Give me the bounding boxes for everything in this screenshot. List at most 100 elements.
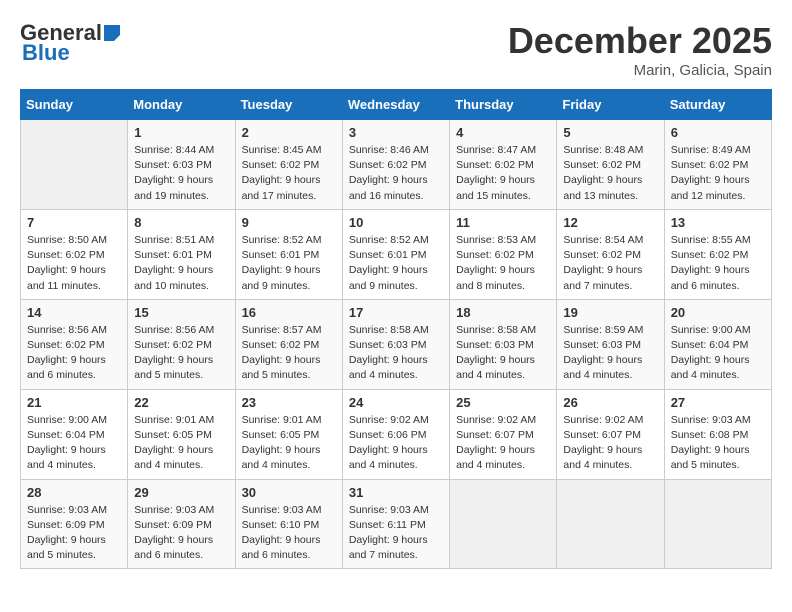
day-number: 16 [242, 305, 336, 320]
day-info: Sunrise: 8:52 AMSunset: 6:01 PMDaylight:… [242, 233, 336, 294]
calendar-cell: 4 Sunrise: 8:47 AMSunset: 6:02 PMDaylight… [450, 120, 557, 210]
day-info: Sunrise: 9:02 AMSunset: 6:07 PMDaylight:… [563, 413, 657, 474]
day-number: 19 [563, 305, 657, 320]
calendar-cell: 27Sunrise: 9:03 AMSunset: 6:08 PMDayligh… [664, 389, 771, 479]
calendar-cell: 20 Sunrise: 9:00 AMSunset: 6:04 PMDayligh… [664, 299, 771, 389]
header-friday: Friday [557, 90, 664, 120]
calendar-cell: 23 Sunrise: 9:01 AMSunset: 6:05 PMDayligh… [235, 389, 342, 479]
day-info: Sunrise: 8:49 AMSunset: 6:02 PMDaylight:… [671, 143, 765, 204]
day-number: 5 [563, 125, 657, 140]
day-info: Sunrise: 9:03 AMSunset: 6:09 PMDaylight:… [27, 503, 121, 564]
day-number: 25 [456, 395, 550, 410]
day-info: Sunrise: 9:03 AMSunset: 6:11 PMDaylight:… [349, 503, 443, 564]
day-info: Sunrise: 8:58 AMSunset: 6:03 PMDaylight:… [349, 323, 443, 384]
day-number: 8 [134, 215, 228, 230]
week-row-3: 14 Sunrise: 8:56 AMSunset: 6:02 PMDayligh… [21, 299, 772, 389]
calendar-cell: 5 Sunrise: 8:48 AMSunset: 6:02 PMDaylight… [557, 120, 664, 210]
calendar-cell: 13Sunrise: 8:55 AMSunset: 6:02 PMDayligh… [664, 209, 771, 299]
calendar-cell [450, 479, 557, 569]
calendar-cell: 14Sunrise: 8:56 AMSunset: 6:02 PMDayligh… [21, 299, 128, 389]
day-number: 10 [349, 215, 443, 230]
calendar-cell: 7Sunrise: 8:50 AMSunset: 6:02 PMDaylight… [21, 209, 128, 299]
day-number: 31 [349, 485, 443, 500]
day-info: Sunrise: 9:03 AMSunset: 6:10 PMDaylight:… [242, 503, 336, 564]
logo-icon [104, 25, 120, 41]
day-number: 13 [671, 215, 765, 230]
day-info: Sunrise: 9:00 AMSunset: 6:04 PMDaylight:… [671, 323, 765, 384]
calendar-cell: 9 Sunrise: 8:52 AMSunset: 6:01 PMDaylight… [235, 209, 342, 299]
day-info: Sunrise: 8:46 AMSunset: 6:02 PMDaylight:… [349, 143, 443, 204]
location: Marin, Galicia, Spain [508, 62, 772, 79]
calendar-table: SundayMondayTuesdayWednesdayThursdayFrid… [20, 89, 772, 569]
day-number: 14 [27, 305, 121, 320]
day-info: Sunrise: 8:52 AMSunset: 6:01 PMDaylight:… [349, 233, 443, 294]
day-info: Sunrise: 8:45 AMSunset: 6:02 PMDaylight:… [242, 143, 336, 204]
calendar-cell: 21Sunrise: 9:00 AMSunset: 6:04 PMDayligh… [21, 389, 128, 479]
calendar-cell: 22 Sunrise: 9:01 AMSunset: 6:05 PMDayligh… [128, 389, 235, 479]
title-area: December 2025 Marin, Galicia, Spain [508, 20, 772, 79]
week-row-5: 28Sunrise: 9:03 AMSunset: 6:09 PMDayligh… [21, 479, 772, 569]
header: General Blue December 2025 Marin, Galici… [20, 20, 772, 79]
day-number: 4 [456, 125, 550, 140]
day-number: 22 [134, 395, 228, 410]
day-number: 9 [242, 215, 336, 230]
calendar-cell [557, 479, 664, 569]
day-number: 30 [242, 485, 336, 500]
day-info: Sunrise: 8:51 AMSunset: 6:01 PMDaylight:… [134, 233, 228, 294]
day-info: Sunrise: 8:53 AMSunset: 6:02 PMDaylight:… [456, 233, 550, 294]
day-info: Sunrise: 8:59 AMSunset: 6:03 PMDaylight:… [563, 323, 657, 384]
day-number: 7 [27, 215, 121, 230]
header-monday: Monday [128, 90, 235, 120]
logo: General Blue [20, 20, 120, 66]
calendar-cell: 19 Sunrise: 8:59 AMSunset: 6:03 PMDayligh… [557, 299, 664, 389]
day-info: Sunrise: 8:58 AMSunset: 6:03 PMDaylight:… [456, 323, 550, 384]
calendar-cell: 25 Sunrise: 9:02 AMSunset: 6:07 PMDayligh… [450, 389, 557, 479]
calendar-cell: 1Sunrise: 8:44 AMSunset: 6:03 PMDaylight… [128, 120, 235, 210]
day-info: Sunrise: 8:54 AMSunset: 6:02 PMDaylight:… [563, 233, 657, 294]
day-info: Sunrise: 9:01 AMSunset: 6:05 PMDaylight:… [242, 413, 336, 474]
day-info: Sunrise: 8:57 AMSunset: 6:02 PMDaylight:… [242, 323, 336, 384]
calendar-cell [21, 120, 128, 210]
week-row-2: 7Sunrise: 8:50 AMSunset: 6:02 PMDaylight… [21, 209, 772, 299]
week-row-4: 21Sunrise: 9:00 AMSunset: 6:04 PMDayligh… [21, 389, 772, 479]
day-info: Sunrise: 9:03 AMSunset: 6:08 PMDaylight:… [671, 413, 765, 474]
day-number: 2 [242, 125, 336, 140]
day-info: Sunrise: 9:03 AMSunset: 6:09 PMDaylight:… [134, 503, 228, 564]
day-info: Sunrise: 9:01 AMSunset: 6:05 PMDaylight:… [134, 413, 228, 474]
day-number: 21 [27, 395, 121, 410]
day-number: 23 [242, 395, 336, 410]
day-number: 18 [456, 305, 550, 320]
day-number: 6 [671, 125, 765, 140]
day-info: Sunrise: 8:48 AMSunset: 6:02 PMDaylight:… [563, 143, 657, 204]
calendar-cell: 3 Sunrise: 8:46 AMSunset: 6:02 PMDaylight… [342, 120, 449, 210]
calendar-cell: 2 Sunrise: 8:45 AMSunset: 6:02 PMDaylight… [235, 120, 342, 210]
day-info: Sunrise: 9:02 AMSunset: 6:06 PMDaylight:… [349, 413, 443, 474]
calendar-cell: 31 Sunrise: 9:03 AMSunset: 6:11 PMDayligh… [342, 479, 449, 569]
day-info: Sunrise: 9:02 AMSunset: 6:07 PMDaylight:… [456, 413, 550, 474]
calendar-cell: 16 Sunrise: 8:57 AMSunset: 6:02 PMDayligh… [235, 299, 342, 389]
calendar-cell: 26 Sunrise: 9:02 AMSunset: 6:07 PMDayligh… [557, 389, 664, 479]
calendar-cell: 8 Sunrise: 8:51 AMSunset: 6:01 PMDaylight… [128, 209, 235, 299]
header-tuesday: Tuesday [235, 90, 342, 120]
day-number: 24 [349, 395, 443, 410]
day-number: 26 [563, 395, 657, 410]
header-thursday: Thursday [450, 90, 557, 120]
calendar-cell: 28Sunrise: 9:03 AMSunset: 6:09 PMDayligh… [21, 479, 128, 569]
header-wednesday: Wednesday [342, 90, 449, 120]
day-number: 15 [134, 305, 228, 320]
logo-blue: Blue [22, 40, 70, 66]
day-info: Sunrise: 8:56 AMSunset: 6:02 PMDaylight:… [134, 323, 228, 384]
month-title: December 2025 [508, 20, 772, 62]
calendar-cell: 17 Sunrise: 8:58 AMSunset: 6:03 PMDayligh… [342, 299, 449, 389]
day-number: 1 [134, 125, 228, 140]
calendar-cell: 24 Sunrise: 9:02 AMSunset: 6:06 PMDayligh… [342, 389, 449, 479]
day-number: 17 [349, 305, 443, 320]
calendar-cell: 15 Sunrise: 8:56 AMSunset: 6:02 PMDayligh… [128, 299, 235, 389]
day-number: 20 [671, 305, 765, 320]
calendar-cell [664, 479, 771, 569]
day-number: 3 [349, 125, 443, 140]
day-info: Sunrise: 8:47 AMSunset: 6:02 PMDaylight:… [456, 143, 550, 204]
calendar-cell: 11Sunrise: 8:53 AMSunset: 6:02 PMDayligh… [450, 209, 557, 299]
calendar-cell: 10 Sunrise: 8:52 AMSunset: 6:01 PMDayligh… [342, 209, 449, 299]
calendar-cell: 29Sunrise: 9:03 AMSunset: 6:09 PMDayligh… [128, 479, 235, 569]
